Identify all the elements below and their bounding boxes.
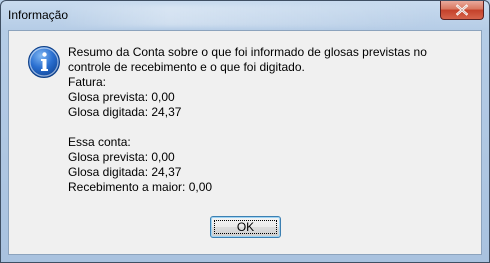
conta-glosa-prevista: Glosa prevista: 0,00 [68, 150, 175, 164]
fatura-glosa-digitada: Glosa digitada: 24,37 [68, 105, 182, 119]
conta-recebimento-maior: Recebimento a maior: 0,00 [68, 180, 213, 194]
ok-button-label: OK [236, 219, 255, 234]
conta-header: Essa conta: [68, 135, 131, 149]
close-icon [455, 4, 469, 16]
message-intro: Resumo da Conta sobre o que foi informad… [68, 45, 427, 74]
title-bar[interactable]: Informação [1, 1, 489, 29]
fatura-glosa-prevista: Glosa prevista: 0,00 [68, 90, 175, 104]
dialog-body: Resumo da Conta sobre o que foi informad… [8, 30, 482, 255]
message-text: Resumo da Conta sobre o que foi informad… [68, 45, 468, 195]
conta-glosa-digitada: Glosa digitada: 24,37 [68, 165, 182, 179]
ok-button[interactable]: OK [210, 216, 281, 238]
window-title: Informação [8, 8, 69, 22]
info-icon [28, 46, 60, 78]
fatura-header: Fatura: [68, 75, 107, 89]
close-button[interactable] [440, 1, 484, 20]
dialog-window: Informação Resumo da Conta sobre o que f… [0, 0, 490, 263]
